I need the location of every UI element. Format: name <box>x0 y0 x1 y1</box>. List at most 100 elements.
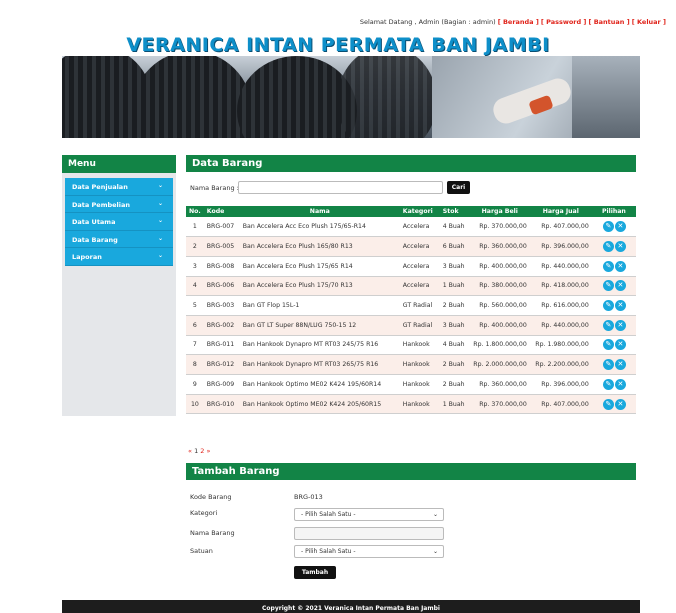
cell-harga-jual: Rp. 2.200.000,00 <box>529 354 592 375</box>
cell-nama: Ban Hankook Optimo ME02 K424 195/60R14 <box>239 374 400 395</box>
cell-kode: BRG-009 <box>203 374 240 395</box>
cell-harga-jual: Rp. 396.000,00 <box>529 236 592 257</box>
col-header-kode: Kode <box>203 206 240 217</box>
cell-actions: ✎ ✕ <box>591 256 636 277</box>
pager-prev[interactable]: « <box>188 447 192 455</box>
pencil-icon[interactable]: ✎ <box>602 319 614 331</box>
pencil-icon[interactable]: ✎ <box>602 378 614 390</box>
table-body: 1 BRG-007 Ban Accelera Acc Eco Plush 175/6… <box>186 217 636 415</box>
table-row: 5 BRG-003 Ban GT Flop 15L-1 GT Radial 2 Buah… <box>186 295 636 316</box>
cell-kategori: Hankook <box>399 354 440 375</box>
pencil-icon[interactable]: ✎ <box>602 339 614 351</box>
col-header-kategori: Kategori <box>399 206 440 217</box>
cell-harga-jual: Rp. 616.000,00 <box>529 295 592 316</box>
chevron-down-icon: ⌄ <box>157 199 163 207</box>
trash-icon[interactable]: ✕ <box>614 319 626 331</box>
cell-harga-beli: Rp. 360.000,00 <box>469 374 530 395</box>
cell-nama: Ban Accelera Eco Plush 175/65 R14 <box>239 256 400 277</box>
cell-kategori: Accelera <box>399 217 440 238</box>
kategori-selected: - Pilih Salah Satu - <box>301 511 356 518</box>
sidebar-item-laporan[interactable]: Laporan ⌄ <box>65 248 173 266</box>
search-input[interactable] <box>238 181 443 194</box>
pager-page-2[interactable]: 2 <box>200 447 204 455</box>
top-bar: Selamat Datang , Admin (Bagian : admin) … <box>0 18 676 26</box>
col-header-harga-jual: Harga Jual <box>529 206 592 217</box>
trash-icon[interactable]: ✕ <box>614 378 626 390</box>
pencil-icon[interactable]: ✎ <box>602 359 614 371</box>
sidebar: Menu Data Penjualan ⌄ Data Pembelian ⌄ D… <box>62 155 176 416</box>
cell-kode: BRG-008 <box>203 256 240 277</box>
table-row: 6 BRG-002 Ban GT LT Super 88N/LUG 750-15 1… <box>186 315 636 336</box>
pager-next[interactable]: » <box>207 447 211 455</box>
banner-image <box>62 56 640 138</box>
chevron-down-icon: ⌄ <box>432 511 438 518</box>
cell-stok: 4 Buah <box>439 335 470 356</box>
pencil-icon[interactable]: ✎ <box>602 260 614 272</box>
cell-stok: 6 Buah <box>439 236 470 257</box>
trash-icon[interactable]: ✕ <box>614 339 626 351</box>
nama-input[interactable] <box>294 527 444 540</box>
pencil-icon[interactable]: ✎ <box>602 280 614 292</box>
cell-no: 1 <box>186 217 204 238</box>
trash-icon[interactable]: ✕ <box>614 359 626 371</box>
table-row: 1 BRG-007 Ban Accelera Acc Eco Plush 175/6… <box>186 217 636 238</box>
help-link[interactable]: [ Bantuan ] <box>588 18 629 26</box>
trash-icon[interactable]: ✕ <box>614 300 626 312</box>
sidebar-item-data-utama[interactable]: Data Utama ⌄ <box>65 213 173 231</box>
pencil-icon[interactable]: ✎ <box>602 221 614 233</box>
pencil-icon[interactable]: ✎ <box>602 398 614 410</box>
pencil-icon[interactable]: ✎ <box>602 241 614 253</box>
sidebar-item-label: Data Barang <box>72 235 118 244</box>
logout-link[interactable]: [ Keluar ] <box>632 18 666 26</box>
sidebar-item-data-barang[interactable]: Data Barang ⌄ <box>65 230 173 248</box>
welcome-text: Selamat Datang , Admin (Bagian : admin) <box>359 18 496 26</box>
cell-kategori: Hankook <box>399 394 440 415</box>
trash-icon[interactable]: ✕ <box>614 221 626 233</box>
cell-kategori: Accelera <box>399 276 440 297</box>
form-title: Tambah Barang <box>186 463 636 480</box>
home-link[interactable]: [ Beranda ] <box>498 18 539 26</box>
col-header-stok: Stok <box>439 206 470 217</box>
sidebar-item-data-pembelian[interactable]: Data Pembelian ⌄ <box>65 195 173 213</box>
sidebar-item-label: Laporan <box>72 253 102 261</box>
chevron-down-icon: ⌄ <box>432 548 438 555</box>
chevron-down-icon: ⌄ <box>157 234 163 242</box>
search-button[interactable]: Cari <box>447 181 470 194</box>
satuan-selected: - Pilih Salah Satu - <box>301 548 356 555</box>
cell-no: 10 <box>186 394 204 415</box>
trash-icon[interactable]: ✕ <box>614 260 626 272</box>
product-table: No. Kode Nama Kategori Stok Harga Beli H… <box>186 206 636 415</box>
password-link[interactable]: [ Password ] <box>541 18 587 26</box>
cell-no: 7 <box>186 335 204 356</box>
cell-harga-jual: Rp. 407.000,00 <box>529 217 592 238</box>
cell-no: 4 <box>186 276 204 297</box>
add-item-button[interactable]: Tambah <box>294 566 336 579</box>
cell-actions: ✎ ✕ <box>591 217 636 238</box>
trash-icon[interactable]: ✕ <box>614 241 626 253</box>
cell-actions: ✎ ✕ <box>591 374 636 395</box>
cell-harga-jual: Rp. 440.000,00 <box>529 256 592 277</box>
cell-actions: ✎ ✕ <box>591 295 636 316</box>
satuan-select[interactable]: - Pilih Salah Satu - ⌄ <box>294 545 444 558</box>
kategori-label: Kategori <box>190 509 218 517</box>
sidebar-item-label: Data Utama <box>72 218 116 226</box>
cell-nama: Ban Accelera Eco Plush 165/80 R13 <box>239 236 400 257</box>
page-title: Data Barang <box>186 155 636 172</box>
cell-harga-jual: Rp. 1.980.000,00 <box>529 335 592 356</box>
cell-nama: Ban GT Flop 15L-1 <box>239 295 400 316</box>
table-row: 2 BRG-005 Ban Accelera Eco Plush 165/80 R1… <box>186 236 636 257</box>
cell-harga-beli: Rp. 400.000,00 <box>469 256 530 277</box>
cell-actions: ✎ ✕ <box>591 335 636 356</box>
sidebar-item-label: Data Penjualan <box>72 183 128 191</box>
satuan-label: Satuan <box>190 547 213 555</box>
trash-icon[interactable]: ✕ <box>614 280 626 292</box>
cell-harga-beli: Rp. 380.000,00 <box>469 276 530 297</box>
trash-icon[interactable]: ✕ <box>614 398 626 410</box>
pencil-icon[interactable]: ✎ <box>602 300 614 312</box>
kategori-select[interactable]: - Pilih Salah Satu - ⌄ <box>294 508 444 521</box>
cell-kategori: Hankook <box>399 374 440 395</box>
table-row: 4 BRG-006 Ban Accelera Eco Plush 175/70 R1… <box>186 276 636 297</box>
cell-harga-beli: Rp. 2.000.000,00 <box>469 354 530 375</box>
sidebar-item-data-penjualan[interactable]: Data Penjualan ⌄ <box>65 178 173 196</box>
cell-harga-jual: Rp. 418.000,00 <box>529 276 592 297</box>
